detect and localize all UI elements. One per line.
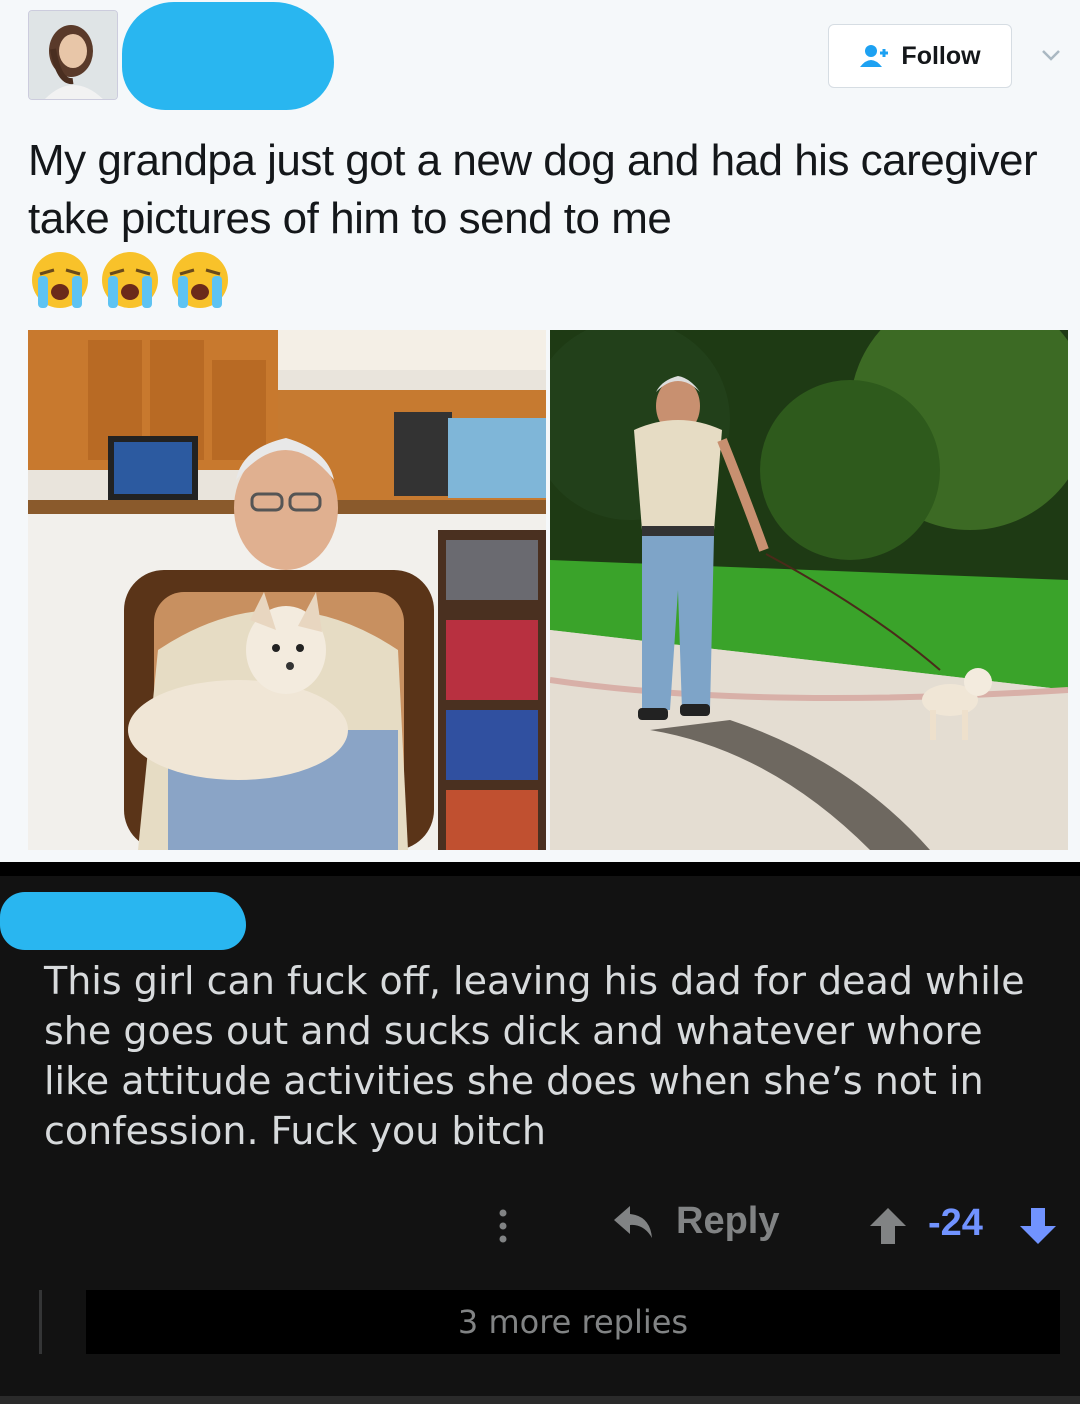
upvote-arrow-icon[interactable]	[868, 1206, 908, 1246]
chevron-down-icon[interactable]	[1040, 44, 1062, 66]
bottom-divider	[0, 1396, 1080, 1404]
tweet-photos	[28, 330, 1068, 850]
thread-line	[39, 1290, 42, 1354]
more-replies-label: 3 more replies	[457, 1303, 689, 1341]
crying-face-icon	[172, 252, 228, 308]
photo-grandpa-holding-dog[interactable]	[28, 330, 546, 850]
comment-actions: Reply -24	[0, 1196, 1080, 1256]
tweet-text: My grandpa just got a new dog and had hi…	[28, 136, 1038, 243]
downvote-arrow-icon[interactable]	[1018, 1206, 1058, 1246]
redacted-display-name	[122, 2, 334, 110]
reply-button[interactable]: Reply	[612, 1200, 779, 1243]
more-replies-button[interactable]: 3 more replies	[86, 1290, 1060, 1354]
reply-icon	[614, 1205, 652, 1238]
emoji-row	[28, 248, 232, 312]
profile-avatar[interactable]	[28, 10, 118, 100]
reply-label: Reply	[676, 1200, 780, 1242]
comment-body: This girl can fuck off, leaving his dad …	[44, 959, 1025, 1153]
divider-bar	[0, 862, 1080, 876]
crying-face-icon	[32, 252, 88, 308]
more-options-icon[interactable]	[492, 1208, 514, 1244]
follow-label: Follow	[901, 41, 981, 70]
tweet-card: Follow My grandpa just got a new dog and…	[0, 0, 1080, 862]
vote-score: -24	[928, 1202, 983, 1244]
crying-face-icon	[102, 252, 158, 308]
redacted-username	[0, 892, 246, 950]
follow-button[interactable]: Follow	[828, 24, 1012, 88]
photo-grandpa-walking-dog[interactable]	[550, 330, 1068, 850]
add-user-icon	[860, 45, 889, 67]
